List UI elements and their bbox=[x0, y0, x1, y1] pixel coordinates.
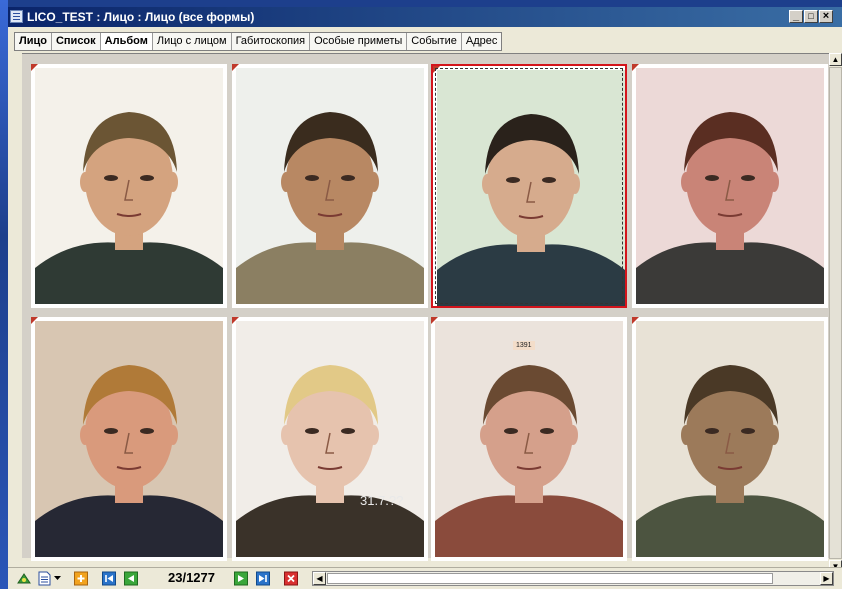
prev-record-icon[interactable] bbox=[124, 571, 138, 586]
face-photo: 1391 bbox=[435, 321, 623, 557]
tab-strip: Лицо Список Альбом Лицо с лицом Габитоскопия… bbox=[8, 27, 842, 51]
album-card[interactable]: 31.7.?? bbox=[232, 317, 428, 561]
face-photo bbox=[636, 321, 824, 557]
tab-5[interactable]: Габитоскопия bbox=[231, 33, 311, 50]
horizontal-scroll-thumb[interactable] bbox=[327, 573, 773, 584]
marker-corner-icon bbox=[232, 64, 239, 71]
marker-corner-icon bbox=[31, 317, 38, 324]
face-photo bbox=[35, 68, 223, 304]
album-card[interactable] bbox=[632, 64, 828, 308]
marker-corner-icon bbox=[431, 317, 438, 324]
marker-corner-icon bbox=[632, 317, 639, 324]
tab-6[interactable]: Особые приметы bbox=[310, 33, 408, 50]
tab-3[interactable]: Альбом bbox=[100, 33, 153, 50]
last-record-icon[interactable] bbox=[256, 571, 270, 586]
photo-tag: 1391 bbox=[513, 341, 535, 350]
horizontal-scrollbar[interactable]: ◀ ▶ bbox=[312, 571, 834, 586]
app-window: LICO_TEST : Лицо : Лицо (все формы) _ □ … bbox=[8, 7, 842, 589]
first-record-icon[interactable] bbox=[102, 571, 116, 586]
desktop-background bbox=[0, 0, 8, 589]
dropdown-arrow-icon[interactable] bbox=[54, 576, 61, 581]
form-icon bbox=[10, 10, 23, 23]
add-icon[interactable] bbox=[74, 571, 88, 586]
close-button[interactable]: × bbox=[819, 10, 833, 23]
view-tabs: Лицо Список Альбом Лицо с лицом Габитоскопия… bbox=[14, 32, 503, 51]
minimize-button[interactable]: _ bbox=[789, 10, 803, 23]
photo-stamp: 31.7.?? bbox=[360, 493, 404, 508]
photo-album: 31.7.?? 1391 bbox=[22, 53, 829, 561]
face-photo: 31.7.?? bbox=[236, 321, 424, 557]
album-card[interactable] bbox=[31, 64, 227, 308]
window-title: LICO_TEST : Лицо : Лицо (все формы) bbox=[27, 10, 255, 24]
face-photo bbox=[236, 68, 424, 304]
maximize-button[interactable]: □ bbox=[804, 10, 818, 23]
album-card[interactable]: 1391 bbox=[431, 317, 627, 561]
album-card[interactable] bbox=[431, 64, 627, 308]
marker-corner-icon bbox=[232, 317, 239, 324]
scroll-up-button[interactable]: ▲ bbox=[829, 53, 842, 66]
next-record-icon[interactable] bbox=[234, 571, 248, 586]
tab-4[interactable]: Лицо с лицом bbox=[152, 33, 232, 50]
tab-8[interactable]: Адрес bbox=[461, 33, 502, 50]
album-card[interactable] bbox=[31, 317, 227, 561]
scroll-left-button[interactable]: ◀ bbox=[313, 572, 326, 585]
tab-1[interactable]: Лицо bbox=[15, 33, 52, 50]
vertical-scroll-thumb[interactable] bbox=[829, 67, 842, 559]
focus-outline bbox=[435, 68, 623, 304]
tab-2[interactable]: Список bbox=[51, 33, 101, 50]
export-icon[interactable] bbox=[16, 571, 32, 586]
record-position: 23/1277 bbox=[168, 570, 215, 585]
face-photo bbox=[636, 68, 824, 304]
album-card[interactable] bbox=[232, 64, 428, 308]
tab-7[interactable]: Событие bbox=[407, 33, 462, 50]
vertical-scrollbar[interactable]: ▲ ▼ bbox=[829, 53, 842, 579]
marker-corner-icon bbox=[31, 64, 38, 71]
marker-corner-icon bbox=[632, 64, 639, 71]
album-card[interactable] bbox=[632, 317, 828, 561]
face-photo bbox=[35, 321, 223, 557]
document-icon[interactable] bbox=[38, 571, 51, 586]
record-navigator: 23/1277 ◀ ▶ bbox=[8, 567, 842, 589]
title-bar[interactable]: LICO_TEST : Лицо : Лицо (все формы) _ □ … bbox=[8, 7, 842, 27]
scroll-right-button[interactable]: ▶ bbox=[820, 572, 833, 585]
delete-icon[interactable] bbox=[284, 571, 298, 586]
